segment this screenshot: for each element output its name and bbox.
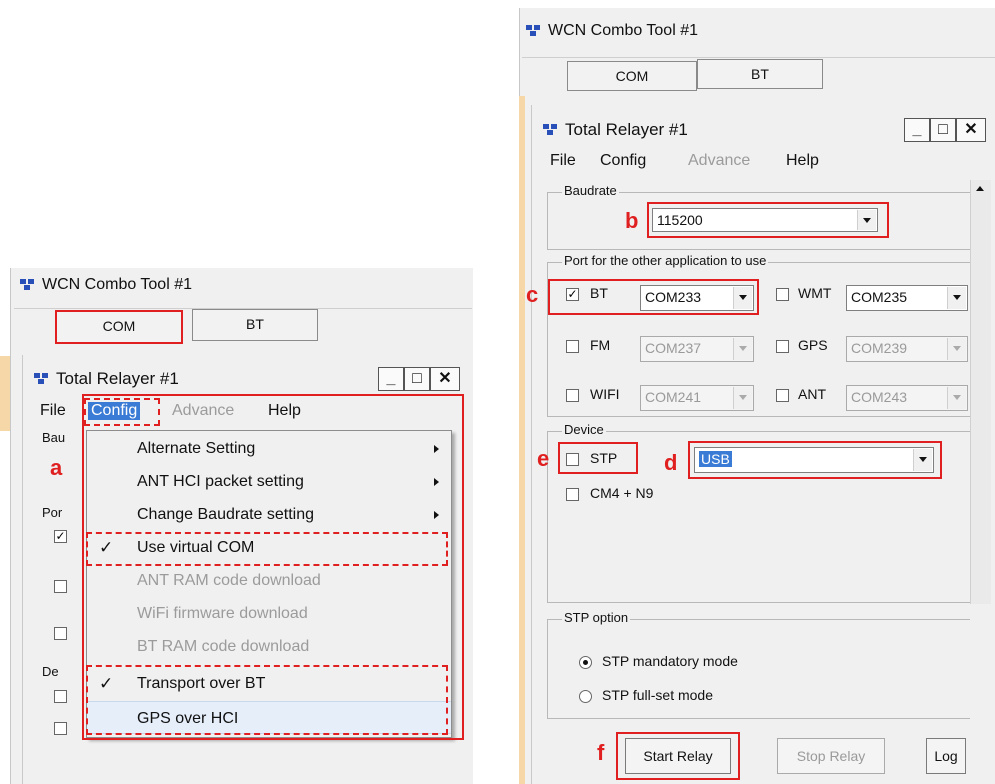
right-menu-help[interactable]: Help <box>786 152 819 170</box>
stp-mandatory-label: STP mandatory mode <box>602 653 738 669</box>
left-stp-checkbox-partial[interactable] <box>54 690 67 703</box>
right-menu-advance[interactable]: Advance <box>688 152 750 170</box>
chevron-down-icon <box>733 387 752 409</box>
right-relayer-title-text: Total Relayer #1 <box>565 120 688 139</box>
left-menu-file[interactable]: File <box>40 402 66 420</box>
app-logo-icon <box>543 123 559 137</box>
gps-checkbox[interactable] <box>776 340 789 353</box>
right-tab-bt[interactable]: BT <box>697 59 823 89</box>
wmt-label: WMT <box>798 285 832 301</box>
left-app-title: WCN Combo Tool #1 <box>20 276 192 294</box>
left-orange-edge <box>0 356 10 431</box>
scroll-up-icon <box>976 186 984 191</box>
stp-full-set-label: STP full-set mode <box>602 687 714 703</box>
fm-label: FM <box>590 337 611 353</box>
left-wifi-checkbox-partial[interactable] <box>54 627 67 640</box>
chevron-down-icon <box>947 387 966 409</box>
baudrate-highlight <box>647 202 889 238</box>
left-fm-checkbox-partial[interactable] <box>54 580 67 593</box>
marker-b: b <box>625 208 639 233</box>
port-group-label: Port for the other application to use <box>562 253 769 268</box>
app-logo-icon <box>526 24 542 38</box>
left-close-button[interactable]: ✕ <box>430 367 460 391</box>
right-relayer-title: Total Relayer #1 <box>543 120 688 140</box>
right-tabbar-sep <box>522 57 995 58</box>
wifi-label: WIFI <box>590 386 620 402</box>
right-tab-com[interactable]: COM <box>567 61 697 91</box>
bt-port-highlight <box>548 279 759 315</box>
wifi-checkbox[interactable] <box>566 389 579 402</box>
stp-full-set-radio[interactable] <box>579 690 592 703</box>
left-maximize-button[interactable]: □ <box>404 367 430 391</box>
cm4-label: CM4 + N9 <box>590 485 654 501</box>
chevron-down-icon <box>733 338 752 360</box>
marker-c: c <box>526 282 539 307</box>
ant-port-value: COM243 <box>851 389 908 405</box>
log-button[interactable]: Log <box>926 738 966 774</box>
right-scrollbar[interactable] <box>970 180 991 604</box>
right-app-title: WCN Combo Tool #1 <box>526 22 698 40</box>
left-relayer-title-text: Total Relayer #1 <box>56 369 179 388</box>
fm-port-value: COM237 <box>645 340 702 356</box>
right-menu-config[interactable]: Config <box>600 152 646 170</box>
stp-highlight <box>558 442 638 474</box>
fm-port-select: COM237 <box>640 336 754 362</box>
device-group-label: Device <box>562 422 606 437</box>
left-virtual-com-highlight <box>86 532 448 566</box>
wmt-port-value: COM235 <box>851 289 908 305</box>
left-bt-checkbox-partial[interactable]: ✓ <box>54 530 67 543</box>
wmt-port-select[interactable]: COM235 <box>846 285 968 311</box>
gps-label: GPS <box>798 337 828 353</box>
stp-option-group-label: STP option <box>562 610 631 625</box>
left-port-partial: Por <box>42 505 63 520</box>
fm-checkbox[interactable] <box>566 340 579 353</box>
device-highlight <box>688 441 942 479</box>
chevron-down-icon <box>947 287 966 309</box>
baudrate-group-label: Baudrate <box>562 183 619 198</box>
wmt-checkbox[interactable] <box>776 288 789 301</box>
stp-option-group <box>547 619 970 719</box>
left-com-highlight <box>55 310 183 344</box>
wifi-port-select: COM241 <box>640 385 754 411</box>
right-minimize-button[interactable]: _ <box>904 118 930 142</box>
stp-mandatory-radio[interactable] <box>579 656 592 669</box>
right-close-button[interactable]: ✕ <box>956 118 986 142</box>
left-device-partial: De <box>42 664 59 679</box>
left-minimize-button[interactable]: _ <box>378 367 404 391</box>
marker-d: d <box>664 450 678 475</box>
gps-port-select: COM239 <box>846 336 968 362</box>
gps-port-value: COM239 <box>851 340 908 356</box>
marker-a: a <box>50 455 63 480</box>
right-orange-edge <box>519 96 525 784</box>
ant-port-select: COM243 <box>846 385 968 411</box>
ant-checkbox[interactable] <box>776 389 789 402</box>
left-cm4-checkbox-partial[interactable] <box>54 722 67 735</box>
left-tab-bt[interactable]: BT <box>192 309 318 341</box>
app-logo-icon <box>20 278 36 292</box>
cm4-checkbox[interactable] <box>566 488 579 501</box>
marker-f: f <box>597 740 605 765</box>
right-app-title-text: WCN Combo Tool #1 <box>548 22 698 39</box>
start-relay-highlight <box>616 732 740 780</box>
left-app-title-text: WCN Combo Tool #1 <box>42 276 192 293</box>
ant-label: ANT <box>798 386 826 402</box>
chevron-down-icon <box>947 338 966 360</box>
left-transport-highlight <box>86 665 448 735</box>
left-relayer-title: Total Relayer #1 <box>34 369 179 389</box>
right-menu-file[interactable]: File <box>550 152 576 170</box>
app-logo-icon <box>34 372 50 386</box>
stop-relay-button[interactable]: Stop Relay <box>777 738 885 774</box>
left-baud-partial: Bau <box>42 430 66 445</box>
wifi-port-value: COM241 <box>645 389 702 405</box>
right-maximize-button[interactable]: □ <box>930 118 956 142</box>
marker-e: e <box>537 446 550 471</box>
